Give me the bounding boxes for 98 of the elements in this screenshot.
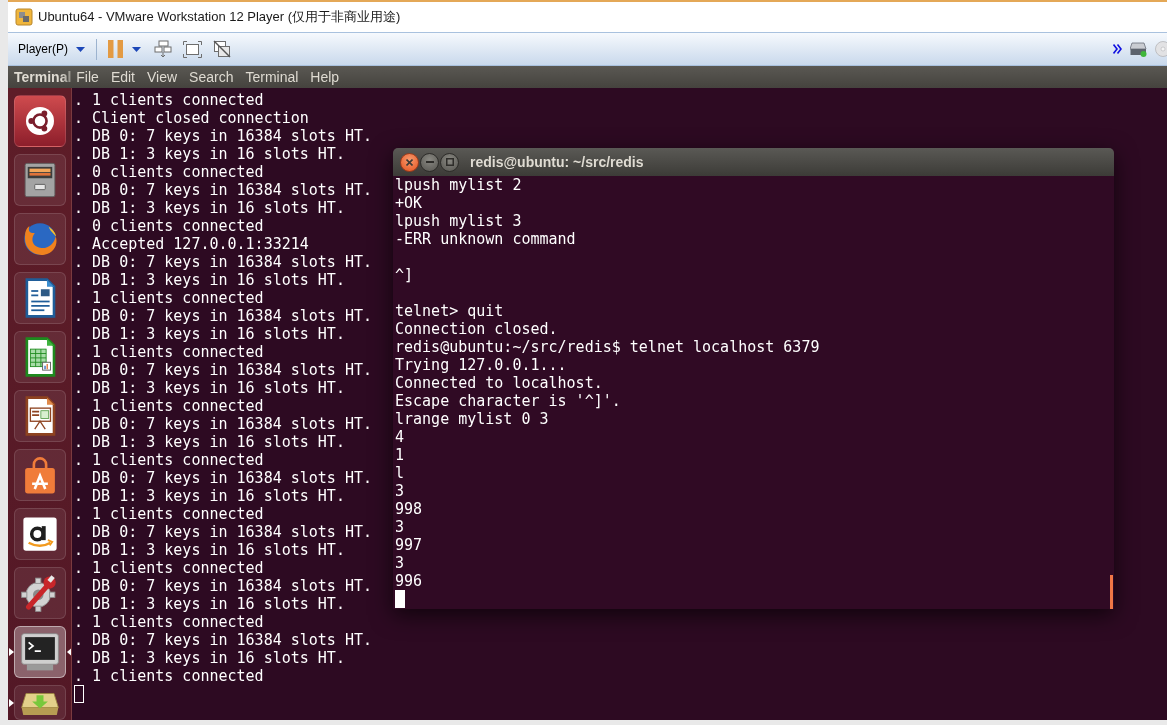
hard-disk-button[interactable] [1130, 41, 1147, 57]
terminal-icon [18, 631, 61, 673]
terminal-line: . DB 0: 7 keys in 16384 slots HT. [74, 577, 372, 595]
minimize-icon [425, 161, 434, 163]
terminal-line: . DB 0: 7 keys in 16384 slots HT. [74, 181, 372, 199]
launcher-item[interactable] [13, 626, 66, 678]
terminal-line: 4 [395, 428, 405, 446]
terminal-line: . DB 1: 3 keys in 16 slots HT. [74, 145, 345, 163]
launcher-item[interactable] [13, 390, 66, 442]
terminal-line: . DB 0: 7 keys in 16384 slots HT. [74, 307, 372, 325]
terminal-line: ^] [395, 266, 414, 284]
menu-item[interactable]: View [141, 69, 184, 85]
maximize-icon [445, 158, 454, 166]
terminal-line: lpush mylist 2 [395, 176, 522, 194]
terminal-line: . 1 clients connected [74, 505, 264, 523]
terminal-line: Trying 127.0.0.1... [395, 356, 567, 374]
terminal-line: . DB 1: 3 keys in 16 slots HT. [74, 541, 345, 559]
terminal-line: . 1 clients connected [74, 397, 264, 415]
launcher-item[interactable] [13, 154, 66, 206]
hard-disk-icon [1130, 41, 1147, 57]
terminal-line: . 0 clients connected [74, 163, 264, 181]
terminal-line: . DB 0: 7 keys in 16384 slots HT. [74, 523, 372, 541]
maximize-button[interactable] [440, 152, 459, 172]
scrollbar-thumb[interactable] [1110, 575, 1113, 609]
window-title: redis@ubuntu: ~/src/redis [470, 154, 644, 170]
menu-item[interactable]: Edit [104, 69, 141, 85]
terminal-line: telnet> quit [395, 302, 504, 320]
player-menu[interactable]: Player(P) [18, 42, 85, 56]
launcher-item[interactable] [13, 331, 66, 383]
box-arrow-icon [18, 690, 61, 715]
launcher-item[interactable] [13, 685, 66, 720]
terminal-line: . DB 1: 3 keys in 16 slots HT. [74, 433, 345, 451]
terminal-line: . 1 clients connected [74, 667, 264, 685]
terminal-line: -ERR unknown command [395, 230, 576, 248]
terminal-line: . DB 0: 7 keys in 16384 slots HT. [74, 253, 372, 271]
launcher-item[interactable] [13, 449, 66, 501]
terminal-line: . DB 1: 3 keys in 16 slots HT. [74, 379, 345, 397]
terminal-line: lpush mylist 3 [395, 212, 522, 230]
more-button[interactable] [1113, 44, 1122, 54]
terminal-line: Escape character is '^]'. [395, 392, 621, 410]
double-chevron-icon [1113, 44, 1122, 54]
terminal-line: . 0 clients connected [74, 217, 264, 235]
launcher-item[interactable] [13, 95, 66, 147]
terminal-line: . DB 0: 7 keys in 16384 slots HT. [74, 361, 372, 379]
caret-icon [76, 46, 85, 52]
close-button[interactable] [400, 152, 419, 172]
menu-item[interactable]: Terminal [239, 69, 305, 85]
terminal-line: . DB 0: 7 keys in 16384 slots HT. [74, 127, 372, 145]
terminal-line: 1 [395, 446, 405, 464]
window-title: Ubuntu64 - VMware Workstation 12 Player (仅用于非商业用途) [38, 8, 401, 26]
terminal-line: l [395, 464, 405, 482]
terminal-line: . Accepted 127.0.0.1:33214 [74, 235, 309, 253]
terminal-line: lrange mylist 0 3 [395, 410, 549, 428]
terminal-line: . 1 clients connected [74, 91, 264, 109]
app-logo-icon [15, 8, 33, 26]
terminal-line: 3 [395, 482, 405, 500]
terminal-line: . 1 clients connected [74, 451, 264, 469]
terminal-line: . DB 1: 3 keys in 16 slots HT. [74, 325, 345, 343]
menu-item[interactable]: File [70, 69, 105, 85]
fullscreen-icon [183, 40, 202, 58]
terminal-line: . DB 1: 3 keys in 16 slots HT. [74, 595, 345, 613]
minimize-button[interactable] [420, 152, 439, 172]
terminal-line: . DB 1: 3 keys in 16 slots HT. [74, 199, 345, 217]
terminal-line: . 1 clients connected [74, 559, 264, 577]
menu-item[interactable]: Search [183, 69, 240, 85]
dropdown-button[interactable] [132, 46, 141, 52]
send-keys-button[interactable] [154, 40, 172, 58]
menu-item[interactable]: Help [304, 69, 346, 85]
terminal-line: . Client closed connection [74, 109, 309, 127]
app-name: Terminal [14, 69, 72, 85]
stacked-screens-icon [154, 40, 172, 58]
launcher-item[interactable] [13, 272, 66, 324]
terminal-line: . DB 0: 7 keys in 16384 slots HT. [74, 469, 372, 487]
close-icon [406, 158, 413, 166]
terminal-line: 996 [395, 572, 423, 590]
terminal-line: . 1 clients connected [74, 613, 264, 631]
terminal-line: 997 [395, 536, 423, 554]
terminal-line: . DB 0: 7 keys in 16384 slots HT. [74, 631, 372, 649]
terminal-line: . DB 0: 7 keys in 16384 slots HT. [74, 415, 372, 433]
terminal-line: 998 [395, 500, 423, 518]
terminal-line: . 1 clients connected [74, 343, 264, 361]
terminal-line: Connected to localhost. [395, 374, 603, 392]
terminal-line: +OK [395, 194, 423, 212]
terminal-line: redis@ubuntu:~/src/redis$ telnet localhost 6379 [395, 338, 820, 356]
terminal-line: . DB 1: 3 keys in 16 slots HT. [74, 487, 345, 505]
terminal-line: 3 [395, 554, 405, 572]
fullscreen-button[interactable] [183, 40, 202, 58]
terminal-line: . 1 clients connected [74, 289, 264, 307]
unity-button[interactable] [213, 40, 231, 58]
terminal-line: Connection closed. [395, 320, 558, 338]
crossed-windows-icon [213, 40, 231, 58]
pause-icon [108, 40, 123, 58]
terminal-line: . DB 1: 3 keys in 16 slots HT. [74, 271, 345, 289]
caret-icon [132, 46, 141, 52]
launcher-item[interactable] [13, 508, 66, 560]
terminal-line: . DB 1: 3 keys in 16 slots HT. [74, 649, 345, 667]
terminal-line: 3 [395, 518, 405, 536]
launcher-item[interactable] [13, 567, 66, 619]
